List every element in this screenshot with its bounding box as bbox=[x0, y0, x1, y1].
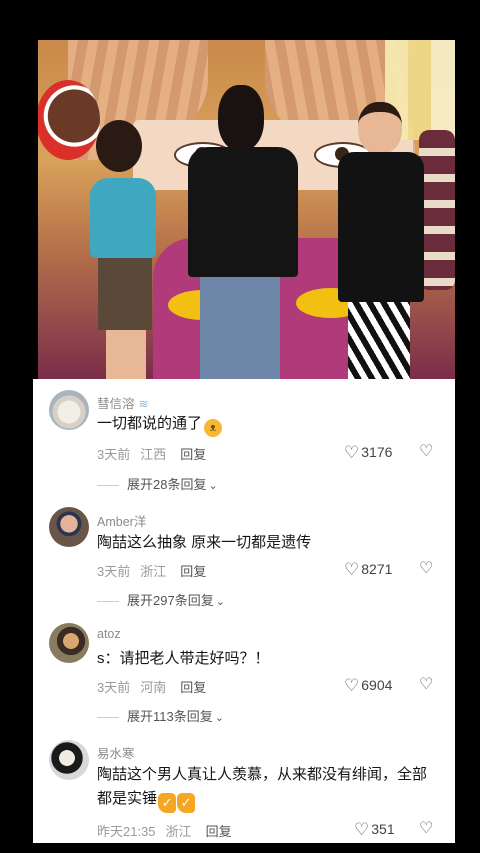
divider-line bbox=[97, 601, 119, 603]
expand-replies-button[interactable]: 展开297条回复 ⌄ bbox=[97, 590, 225, 609]
heart-outline-icon: ♡ bbox=[354, 820, 370, 839]
comment-text[interactable]: 陶喆这个男人真让人羡慕，从来都没有绯闻，全部都是实锤 ✓ ✓ bbox=[97, 763, 433, 813]
avatar[interactable] bbox=[49, 623, 89, 663]
comment-text[interactable]: 陶喆这么抽象 原来一切都是遗传 bbox=[97, 531, 433, 555]
heart-outline-icon: ♡ bbox=[344, 676, 360, 695]
person-right bbox=[338, 102, 426, 379]
comment-meta: 3天前 河南 回复 bbox=[97, 680, 207, 695]
expand-replies-button[interactable]: 展开28条回复 ⌄ bbox=[97, 474, 218, 493]
broken-heart-icon[interactable]: ♡ bbox=[419, 441, 433, 461]
heart-outline-icon: ♡ bbox=[344, 560, 360, 579]
avatar[interactable] bbox=[49, 740, 89, 780]
expand-replies-button[interactable]: 展开113条回复 ⌄ bbox=[97, 706, 224, 725]
like-button[interactable]: ♡ 8271 bbox=[344, 560, 392, 580]
like-button[interactable]: ♡ 3176 bbox=[344, 443, 392, 463]
reply-button[interactable]: 回复 bbox=[180, 447, 206, 462]
heart-outline-icon: ♡ bbox=[344, 443, 360, 462]
wave-badge-icon: ≋ bbox=[138, 397, 149, 411]
chevron-down-icon: ⌄ bbox=[215, 596, 225, 608]
person-woman bbox=[90, 120, 160, 379]
comment-username[interactable]: Amber洋 bbox=[97, 511, 146, 530]
avatar[interactable] bbox=[49, 507, 89, 547]
broken-heart-icon[interactable]: ♡ bbox=[419, 558, 433, 578]
divider-line bbox=[97, 717, 119, 719]
comment-username[interactable]: atoz bbox=[97, 627, 121, 641]
like-button[interactable]: ♡ 351 bbox=[354, 820, 395, 840]
reply-button[interactable]: 回复 bbox=[206, 824, 232, 839]
like-button[interactable]: ♡ 6904 bbox=[344, 676, 392, 696]
broken-heart-icon[interactable]: ♡ bbox=[419, 818, 433, 838]
comment-meta: 昨天21:35 浙江 回复 bbox=[97, 824, 232, 839]
thumbs-up-emoji: ✓ bbox=[177, 793, 196, 813]
comment-panel: 彗信溶 ≋ 一切都说的通了 ᴥ 3天前 江西 回复 ♡ 3176 ♡ 展开28条回复 ⌄ A… bbox=[33, 379, 455, 843]
avatar[interactable] bbox=[49, 390, 89, 430]
chevron-down-icon: ⌄ bbox=[208, 480, 218, 492]
cat-face-emoji: ᴥ bbox=[204, 419, 223, 437]
comment-username[interactable]: 易水寒 bbox=[97, 743, 135, 762]
comment-text[interactable]: s：请把老人带走好吗？！ bbox=[97, 647, 433, 671]
comment-meta: 3天前 浙江 回复 bbox=[97, 564, 207, 579]
comment-username[interactable]: 彗信溶 ≋ bbox=[97, 393, 149, 412]
person-center bbox=[188, 85, 298, 379]
comment-meta: 3天前 江西 回复 bbox=[97, 447, 207, 462]
reply-button[interactable]: 回复 bbox=[180, 680, 206, 695]
reply-button[interactable]: 回复 bbox=[180, 564, 206, 579]
thumbs-up-emoji: ✓ bbox=[158, 793, 177, 813]
broken-heart-icon[interactable]: ♡ bbox=[419, 674, 433, 694]
chevron-down-icon: ⌄ bbox=[214, 712, 224, 724]
comment-text[interactable]: 一切都说的通了 ᴥ bbox=[97, 412, 433, 437]
divider-line bbox=[97, 485, 119, 487]
video-frame[interactable] bbox=[38, 40, 455, 379]
